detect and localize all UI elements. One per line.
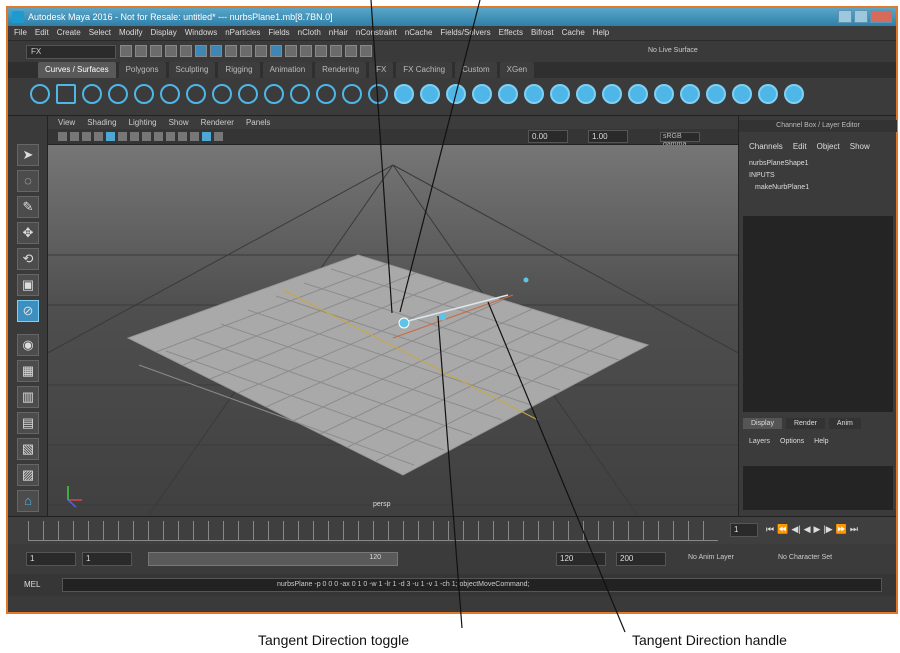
leader-line-handle: [487, 301, 626, 633]
annotation-leader-lines: [370, 0, 626, 633]
annotation-tangent-direction-handle: Tangent Direction handle: [632, 632, 787, 648]
leader-line-toggle: [437, 315, 463, 629]
annotation-tangent-direction-toggle: Tangent Direction toggle: [258, 632, 409, 648]
leader-line-top-left: [370, 0, 393, 314]
leader-line-top-right: [399, 0, 481, 313]
